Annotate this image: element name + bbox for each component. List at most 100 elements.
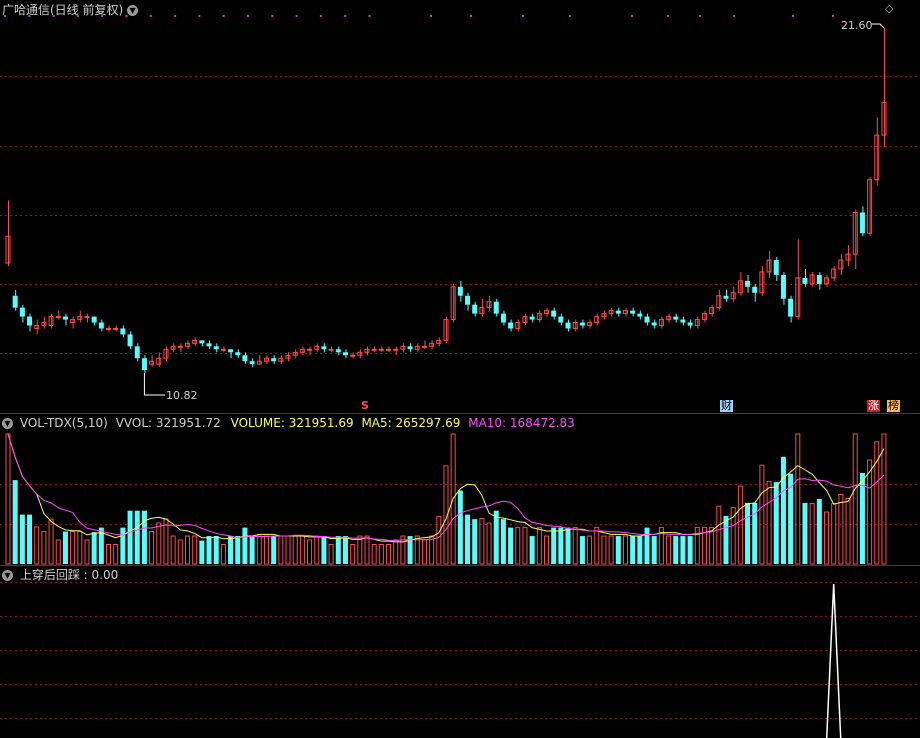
volume-bar-up	[220, 544, 226, 565]
candle-down	[637, 313, 643, 317]
volume-bar-up	[486, 522, 492, 565]
candle-down	[644, 316, 650, 323]
candle-up	[220, 348, 226, 351]
volume-bar-up	[766, 480, 772, 565]
candle-down	[465, 295, 471, 305]
volume-bar-up	[587, 535, 593, 565]
event-marker	[522, 15, 524, 17]
event-marker	[271, 15, 274, 17]
volume-bar-up	[601, 535, 607, 565]
low-pointer	[143, 373, 165, 396]
volume-bar-up	[515, 527, 521, 565]
event-tag-bang[interactable]: 榜	[887, 400, 900, 412]
event-marker	[699, 15, 701, 17]
volume-bar-up	[292, 535, 298, 565]
volume-bar-up	[386, 544, 392, 565]
volume-bar-up	[852, 433, 858, 565]
volume-bar-up	[421, 539, 427, 565]
candle-down	[62, 316, 68, 320]
volume-bar-up	[163, 518, 169, 565]
indicator-spike	[825, 583, 842, 738]
diamond-icon[interactable]: ◇	[885, 2, 893, 15]
volume-bar-down	[565, 527, 571, 564]
volume-bar-down	[27, 514, 33, 564]
volume-bar-down	[228, 536, 234, 564]
candle-up	[393, 348, 399, 351]
volume-bar-up	[874, 441, 880, 565]
event-marker	[125, 15, 128, 17]
volume-bar-up	[41, 531, 47, 565]
indicator-panel[interactable]: ▼ 上穿后回踩 : 0.00	[0, 566, 920, 738]
event-tag-s[interactable]: S	[360, 400, 370, 412]
volume-bar-up	[314, 535, 320, 565]
volume-bar-down	[120, 527, 126, 564]
candle-up	[350, 354, 356, 357]
volume-bar-down	[465, 514, 471, 564]
volume-bar-up	[185, 535, 190, 565]
candle-down	[630, 310, 636, 314]
candle-down	[98, 322, 104, 329]
candle-up	[378, 348, 384, 351]
candle-down	[199, 340, 205, 344]
volume-bar-up	[70, 531, 76, 565]
candle-down	[27, 316, 33, 326]
volume-bar-down	[680, 536, 686, 564]
volume-bar-up	[522, 527, 528, 565]
candle-down	[680, 319, 686, 323]
volume-bar-up	[716, 505, 722, 565]
price-chart[interactable]	[0, 0, 920, 413]
event-marker	[344, 15, 347, 17]
candle-down	[551, 310, 557, 317]
volume-bar-up	[299, 535, 305, 565]
event-marker	[792, 15, 794, 17]
candle-down	[120, 328, 126, 335]
volume-bar-up	[177, 539, 183, 565]
volume-bar-up	[378, 544, 384, 565]
volume-bar-down	[859, 473, 865, 564]
candle-down	[565, 322, 571, 329]
volume-bar-up	[622, 535, 628, 565]
candle-down	[788, 298, 794, 317]
volume-bar-down	[249, 536, 255, 564]
volume-bar-up	[278, 535, 284, 565]
volume-bar-down	[508, 527, 514, 564]
volume-bar-up	[572, 527, 578, 565]
volume-bar-up	[350, 544, 356, 565]
candle-up	[177, 345, 183, 348]
volume-bar-down	[637, 536, 643, 564]
volume-bar-down	[457, 490, 463, 564]
volume-bar-up	[536, 527, 542, 565]
volume-bar-down	[335, 536, 341, 564]
candle-up	[113, 327, 119, 330]
candle-down	[558, 316, 564, 323]
candle-down	[91, 316, 97, 323]
volume-bar-down	[472, 519, 478, 564]
candle-up	[386, 348, 392, 351]
event-tag-cai[interactable]: 财	[720, 400, 733, 412]
candle-down	[493, 301, 499, 314]
candle-down	[508, 322, 514, 329]
volume-bar-up	[48, 518, 54, 565]
volume-bar-up	[436, 516, 442, 565]
price-panel[interactable]: 广哈通信(日线 前复权) ▼ 21.60 ◇ 10.82 S 财 涨 榜	[0, 0, 920, 413]
indicator-chart[interactable]	[0, 566, 920, 738]
volume-chart[interactable]	[0, 414, 920, 565]
candle-down	[213, 346, 219, 350]
volume-bar-up	[867, 459, 873, 565]
candle-down	[651, 322, 657, 326]
event-marker	[247, 15, 249, 17]
event-marker	[76, 15, 79, 17]
candle-down	[457, 286, 463, 296]
candle-down	[816, 274, 822, 284]
volume-panel[interactable]: ▼ VOL-TDX(5,10) VVOL: 321951.72 VOLUME: …	[0, 414, 920, 565]
event-marker	[569, 15, 571, 17]
volume-bar-down	[271, 536, 277, 564]
candle-down	[407, 346, 413, 350]
volume-bar-down	[579, 536, 585, 564]
event-marker	[368, 15, 371, 17]
volume-bar-down	[91, 532, 97, 564]
volume-bar-down	[342, 536, 348, 564]
event-marker	[222, 15, 225, 17]
volume-bar-up	[479, 518, 485, 565]
event-tag-zhang[interactable]: 涨	[867, 400, 880, 412]
